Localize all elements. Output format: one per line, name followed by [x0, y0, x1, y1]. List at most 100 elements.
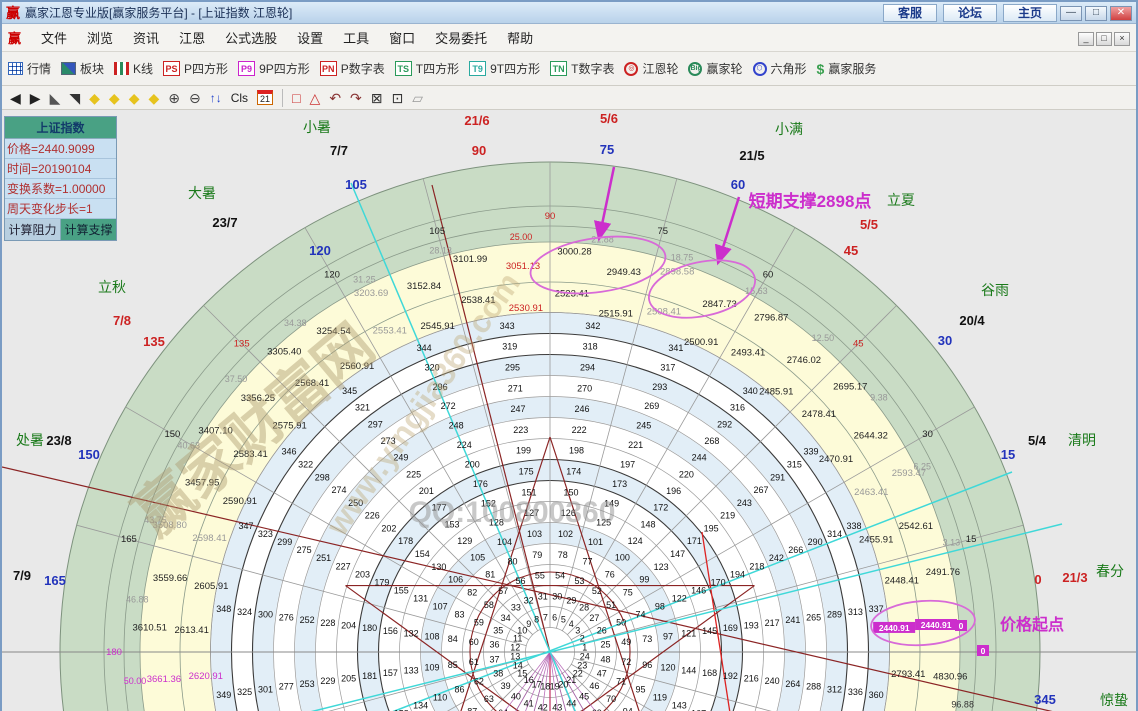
svg-text:36: 36	[489, 640, 499, 650]
menu-item-8[interactable]: 交易委托	[425, 28, 497, 49]
toolbar-item-p-square[interactable]: PSP四方形	[163, 60, 228, 77]
mdi-close-button[interactable]: ×	[1114, 32, 1130, 46]
toolbar-item-winner-service[interactable]: $赢家服务	[817, 60, 877, 77]
toolbar-item-gann-wheel[interactable]: ◎ 江恩轮	[624, 60, 678, 77]
svg-text:100: 100	[615, 553, 630, 563]
svg-text:148: 148	[640, 519, 655, 529]
svg-text:197: 197	[620, 460, 635, 470]
toolbar-item-p-number-table[interactable]: PNP数字表	[320, 60, 385, 77]
toolbar-item-9p-square[interactable]: P99P四方形	[238, 60, 310, 77]
arrow-up-left-icon[interactable]: ◣	[50, 88, 61, 108]
menu-item-2[interactable]: 资讯	[123, 28, 169, 49]
svg-text:338: 338	[846, 521, 861, 531]
diamond-left-icon[interactable]: ◆	[89, 88, 100, 108]
svg-text:2440.91: 2440.91	[879, 623, 910, 633]
rotate-cw-icon[interactable]: ↷	[350, 88, 362, 108]
svg-text:171: 171	[687, 536, 702, 546]
toolbar-item-sectors[interactable]: 板块	[61, 60, 104, 77]
menu-item-0[interactable]: 文件	[31, 28, 77, 49]
9p-square-icon: P9	[238, 61, 255, 76]
svg-text:2598.41: 2598.41	[192, 533, 226, 544]
rotate-ccw-icon[interactable]: ↶	[329, 88, 341, 108]
arrow-down-icon[interactable]: ◥	[69, 88, 80, 108]
svg-text:57: 57	[498, 586, 508, 596]
toolbar-item-hexagon[interactable]: ⬡六角形	[753, 60, 807, 77]
svg-text:71: 71	[616, 677, 626, 687]
svg-text:181: 181	[362, 671, 377, 681]
wheel-outer-label: 7/8	[113, 313, 131, 328]
minimize-button[interactable]: —	[1060, 6, 1082, 21]
menu-item-3[interactable]: 江恩	[169, 28, 215, 49]
toolbar-item-t-square[interactable]: TST四方形	[395, 60, 459, 77]
square-tool-icon[interactable]: □	[292, 88, 300, 108]
menu-item-9[interactable]: 帮助	[497, 28, 543, 49]
zoom-in-icon[interactable]: ⊕	[168, 88, 180, 108]
wheel-outer-label: 345	[1034, 692, 1056, 707]
menu-item-6[interactable]: 工具	[333, 28, 379, 49]
svg-text:202: 202	[381, 523, 396, 533]
wheel-outer-label: 135	[143, 334, 165, 349]
svg-text:123: 123	[654, 562, 669, 572]
toolbar-item-t-number-table[interactable]: TNT数字表	[550, 60, 614, 77]
toolbar-label-t-number-table: T数字表	[571, 60, 614, 77]
calc-resistance-button[interactable]: 计算阻力	[5, 219, 61, 240]
svg-text:217: 217	[765, 618, 780, 628]
maximize-button[interactable]: □	[1085, 6, 1107, 21]
toolbar-item-quotes[interactable]: 行情	[8, 60, 51, 77]
ghost-box-icon[interactable]: ▱	[412, 88, 423, 108]
mdi-minimize-button[interactable]: _	[1078, 32, 1094, 46]
diamond-right-icon[interactable]: ◆	[109, 88, 120, 108]
toolbar-label-gann-wheel: 江恩轮	[642, 60, 678, 77]
arrow-left-icon[interactable]: ◀	[10, 88, 21, 108]
gann-wheel-canvas[interactable]: 1234567891011121314151617181920212223242…	[2, 110, 1136, 711]
calc-support-button[interactable]: 计算支撑	[61, 219, 116, 240]
wheel-outer-label: 150	[78, 447, 100, 462]
svg-text:2613.41: 2613.41	[175, 625, 209, 636]
svg-text:2746.02: 2746.02	[787, 355, 821, 366]
calendar-icon[interactable]: 21	[257, 90, 273, 105]
svg-text:2470.91: 2470.91	[819, 454, 853, 465]
titlebar-button-0[interactable]: 客服	[883, 4, 937, 22]
svg-text:31: 31	[538, 592, 548, 602]
updown-scale-icon[interactable]: ↑↓	[210, 88, 222, 108]
svg-text:348: 348	[216, 604, 231, 614]
titlebar-button-1[interactable]: 论坛	[943, 4, 997, 22]
svg-text:61: 61	[469, 657, 479, 667]
gann-wheel-icon: ◎	[624, 62, 638, 76]
triangle-tool-icon[interactable]: △	[310, 88, 321, 108]
menu-item-1[interactable]: 浏览	[77, 28, 123, 49]
svg-text:146: 146	[691, 585, 706, 595]
svg-text:56: 56	[515, 576, 525, 586]
zoom-out-icon[interactable]: ⊖	[189, 88, 201, 108]
diamond-down-icon[interactable]: ◆	[148, 88, 159, 108]
close-button[interactable]: ✕	[1110, 6, 1132, 21]
menu-item-7[interactable]: 窗口	[379, 28, 425, 49]
toolbar-item-9t-square[interactable]: T99T四方形	[469, 60, 540, 77]
svg-text:319: 319	[502, 342, 517, 352]
svg-text:77: 77	[582, 557, 592, 567]
x-box-icon[interactable]: ⊠	[371, 88, 383, 108]
titlebar-button-2[interactable]: 主页	[1003, 4, 1057, 22]
svg-text:28.13: 28.13	[429, 246, 452, 256]
gann-wheel-chart-area[interactable]: 1234567891011121314151617181920212223242…	[2, 110, 1136, 711]
diamond-up-icon[interactable]: ◆	[129, 88, 140, 108]
cls-icon[interactable]: Cls	[231, 88, 248, 108]
svg-text:38: 38	[493, 668, 503, 678]
svg-text:2478.41: 2478.41	[802, 409, 836, 420]
svg-text:82: 82	[467, 587, 477, 597]
svg-text:63: 63	[484, 694, 494, 704]
toolbar-item-kline[interactable]: K线	[114, 60, 153, 77]
menu-item-5[interactable]: 设置	[287, 28, 333, 49]
svg-text:3101.99: 3101.99	[453, 254, 487, 265]
arrow-right-icon[interactable]: ▶	[30, 88, 41, 108]
svg-text:2455.91: 2455.91	[859, 535, 893, 546]
mdi-restore-button[interactable]: □	[1096, 32, 1112, 46]
shrink-icon[interactable]: ⊡	[392, 88, 404, 108]
wheel-outer-label: 0	[1034, 572, 1041, 587]
svg-text:98: 98	[655, 602, 665, 612]
toolbar-item-winner-wheel[interactable]: Big赢家轮	[688, 60, 742, 77]
menu-item-4[interactable]: 公式选股	[215, 28, 287, 49]
app-logo-icon: 赢	[6, 3, 20, 23]
svg-text:245: 245	[636, 421, 651, 431]
svg-text:270: 270	[577, 383, 592, 393]
